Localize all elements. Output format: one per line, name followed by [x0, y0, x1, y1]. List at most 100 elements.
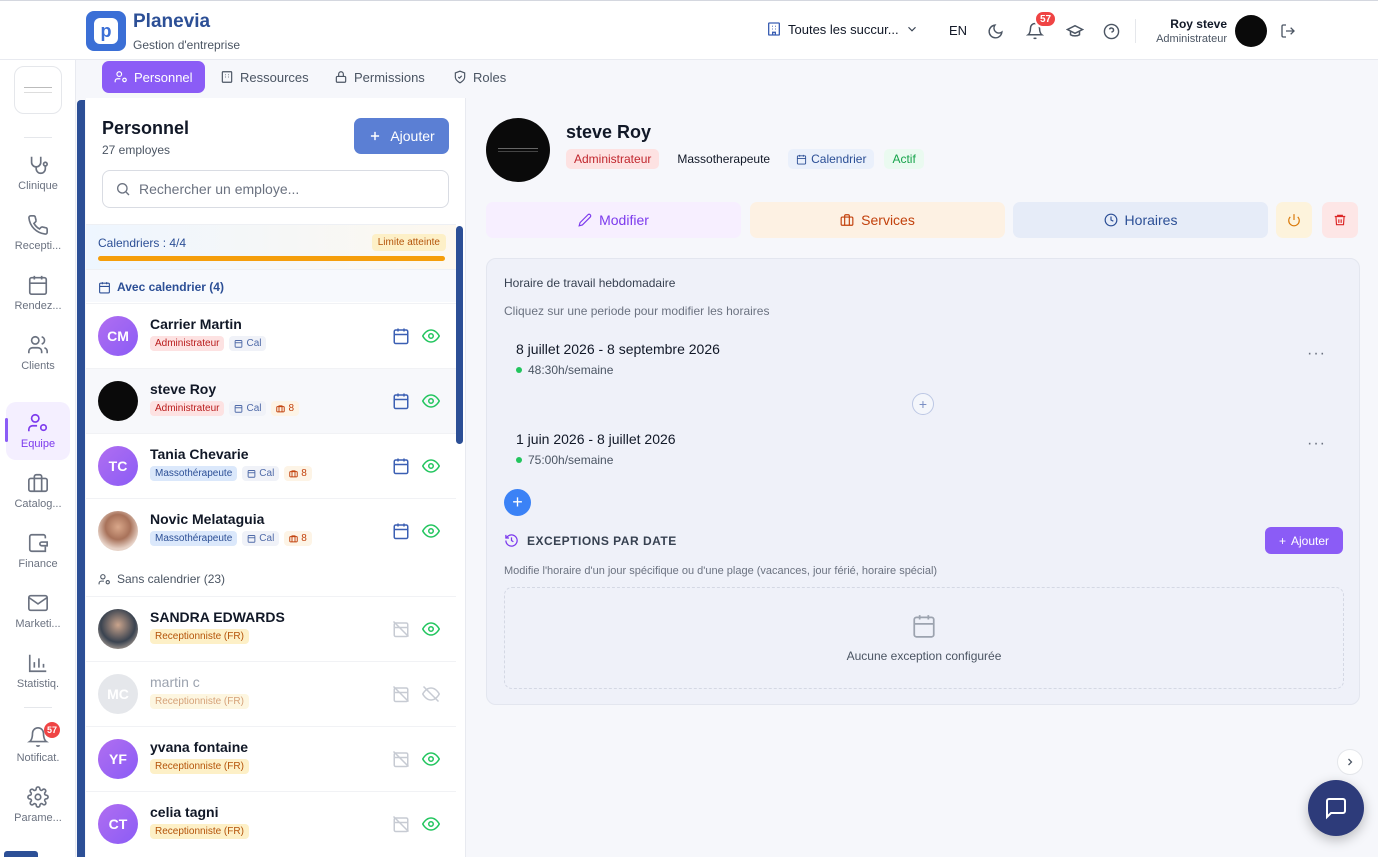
avatar: CM: [98, 316, 138, 356]
add-employee-button[interactable]: Ajouter: [354, 118, 449, 154]
employee-row[interactable]: YF yvana fontaine Receptionniste (FR): [86, 726, 456, 791]
eye-icon[interactable]: [422, 457, 440, 475]
app-logo[interactable]: p: [86, 11, 126, 51]
team-icon: [28, 413, 48, 432]
stethoscope-icon: [30, 156, 48, 175]
employee-row[interactable]: CT celia tagni Receptionniste (FR): [86, 791, 456, 856]
trash-icon: [1334, 214, 1346, 226]
branch-selector[interactable]: Toutes les succur...: [766, 21, 919, 37]
calendar-off-icon[interactable]: [392, 750, 410, 768]
sidebar-item-parametres[interactable]: Parame...: [6, 776, 70, 834]
calendar-badge: Calendrier: [788, 149, 875, 169]
empty-label: Aucune exception configurée: [846, 649, 1002, 663]
calendar-off-icon[interactable]: [392, 620, 410, 638]
calendar-badge: Cal: [229, 401, 267, 416]
avatar: CT: [98, 804, 138, 844]
sidebar-item-label: Parame...: [14, 812, 62, 824]
services-button[interactable]: Services: [750, 202, 1005, 238]
tab-label: Permissions: [354, 69, 425, 85]
more-options-icon[interactable]: ···: [1307, 435, 1326, 453]
eye-icon[interactable]: [422, 750, 440, 768]
section-with-calendar: Avec calendrier (4): [98, 280, 224, 294]
hours-button[interactable]: Horaires: [1013, 202, 1268, 238]
user-role: Administrateur: [1156, 33, 1227, 45]
exceptions-title: EXCEPTIONS PAR DATE: [527, 533, 677, 548]
sidebar-item-marketing[interactable]: Marketi...: [6, 582, 70, 640]
sidebar-item-rendezvous[interactable]: Rendez...: [6, 264, 70, 322]
language-toggle[interactable]: EN: [949, 23, 967, 38]
calendar-icon[interactable]: [392, 327, 410, 345]
list-rail: [77, 100, 85, 857]
calendar-icon[interactable]: [392, 522, 410, 540]
help-icon[interactable]: [1101, 21, 1121, 41]
tab-personnel[interactable]: Personnel: [102, 61, 205, 93]
user-avatar[interactable]: [1235, 15, 1267, 47]
modify-button[interactable]: Modifier: [486, 202, 741, 238]
schedule-period[interactable]: 8 juillet 2026 - 8 septembre 2026 48:30h…: [504, 335, 1344, 385]
chevron-right-icon[interactable]: [1337, 749, 1363, 775]
user-name: Roy steve: [1170, 17, 1227, 31]
user-cog-icon: [98, 573, 110, 584]
eye-icon[interactable]: [422, 815, 440, 833]
wallet-icon: [28, 533, 48, 553]
employee-row[interactable]: CM Carrier Martin Administrateur Cal: [86, 303, 456, 368]
sidebar-item-notifications[interactable]: Notificat. 57: [6, 716, 70, 774]
employee-name: Carrier Martin: [150, 316, 242, 332]
employee-name: SANDRA EDWARDS: [150, 609, 285, 625]
search-input[interactable]: [139, 181, 439, 197]
add-period-between-button[interactable]: +: [912, 393, 934, 415]
employee-row[interactable]: steve Roy Administrateur Cal 8: [86, 368, 456, 433]
employee-row[interactable]: SANDRA EDWARDS Receptionniste (FR): [86, 596, 456, 661]
business-logo[interactable]: [14, 66, 62, 114]
calendar-icon[interactable]: [392, 392, 410, 410]
add-exception-button[interactable]: + Ajouter: [1265, 527, 1343, 554]
delete-button[interactable]: [1322, 202, 1358, 238]
tab-permissions[interactable]: Permissions: [322, 61, 437, 93]
avatar: [98, 511, 138, 551]
sidebar-item-statistiques[interactable]: Statistiq.: [6, 642, 70, 700]
sidebar-item-catalogue[interactable]: Catalog...: [6, 462, 70, 520]
chat-button[interactable]: [1308, 780, 1364, 836]
tab-roles[interactable]: Roles: [441, 61, 518, 93]
deactivate-button[interactable]: [1276, 202, 1312, 238]
list-title: Personnel: [102, 118, 190, 138]
employee-row[interactable]: TC Tania Chevarie Massothérapeute Cal 8: [86, 433, 456, 498]
history-icon: [505, 534, 518, 547]
calendar-icon: [797, 154, 807, 165]
schedule-hint: Cliquez sur une periode pour modifier le…: [504, 304, 770, 318]
employee-name: Tania Chevarie: [150, 446, 249, 462]
employee-row[interactable]: MC martin c Receptionniste (FR): [86, 661, 456, 726]
eye-off-icon[interactable]: [422, 685, 440, 703]
search-box: [102, 170, 449, 208]
sidebar: Clinique Recepti... Rendez... Clients Eq…: [0, 60, 76, 857]
calendar-badge-label: Cal: [246, 403, 262, 414]
calendar-icon: [28, 275, 48, 295]
graduation-cap-icon[interactable]: [1065, 21, 1085, 41]
sidebar-item-finance[interactable]: Finance: [6, 522, 70, 580]
sidebar-item-equipe[interactable]: Equipe: [5, 402, 70, 460]
add-period-button[interactable]: +: [504, 489, 531, 516]
calendar-off-icon[interactable]: [392, 685, 410, 703]
schedule-period[interactable]: 1 juin 2026 - 8 juillet 2026 75:00h/sema…: [504, 425, 1344, 475]
eye-icon[interactable]: [422, 392, 440, 410]
plus-icon: +: [1278, 533, 1286, 548]
more-options-icon[interactable]: ···: [1307, 345, 1326, 363]
employee-row[interactable]: Novic Melataguia Massothérapeute Cal 8: [86, 498, 456, 563]
list-scrollbar[interactable]: [456, 226, 463, 444]
quota-label: Calendriers : 4/4: [98, 236, 187, 250]
user-cog-icon: [114, 71, 127, 83]
sidebar-item-label: Marketi...: [15, 618, 61, 630]
eye-icon[interactable]: [422, 327, 440, 345]
calendar-icon[interactable]: [392, 457, 410, 475]
sidebar-item-clients[interactable]: Clients: [6, 324, 70, 382]
schedule-card: Horaire de travail hebdomadaire Cliquez …: [486, 258, 1360, 705]
calendar-badge: Cal: [242, 531, 280, 546]
eye-icon[interactable]: [422, 620, 440, 638]
tab-ressources[interactable]: Ressources: [208, 61, 321, 93]
eye-icon[interactable]: [422, 522, 440, 540]
sidebar-item-reception[interactable]: Recepti...: [6, 204, 70, 262]
logout-icon[interactable]: [1278, 21, 1298, 41]
moon-icon[interactable]: [985, 21, 1005, 41]
calendar-off-icon[interactable]: [392, 815, 410, 833]
sidebar-item-clinique[interactable]: Clinique: [6, 144, 70, 202]
